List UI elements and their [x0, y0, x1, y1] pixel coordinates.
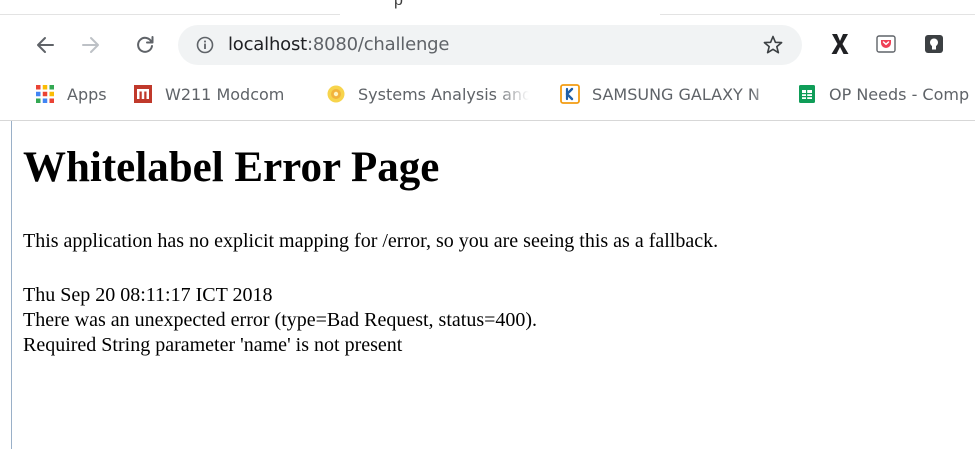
reload-button[interactable]	[131, 31, 159, 59]
error-intro-text: This application has no explicit mapping…	[23, 230, 719, 252]
tab-edge-left	[0, 0, 340, 15]
lightbulb-icon	[925, 35, 943, 53]
x-extension-icon[interactable]	[828, 32, 852, 56]
bookmark-star-icon[interactable]	[762, 34, 784, 56]
bookmark-label: W211 Modcom	[165, 84, 285, 104]
tab-strip: p	[0, 0, 975, 20]
apps-grid-icon	[36, 85, 54, 103]
reload-icon	[137, 36, 154, 53]
error-detail-text: Required String parameter 'name' is not …	[23, 334, 403, 356]
back-button[interactable]	[31, 31, 59, 59]
systems-analysis-icon	[327, 85, 345, 103]
bookmark-op-needs[interactable]: OP Needs - Comp	[797, 83, 969, 105]
page-content: Whitelabel Error Page This application h…	[0, 121, 975, 449]
url-path: :8080/challenge	[307, 34, 450, 55]
error-type-text: There was an unexpected error (type=Bad …	[23, 309, 538, 331]
back-arrow-icon	[37, 37, 54, 53]
modcom-logo-icon	[134, 85, 152, 103]
bookmark-apps[interactable]: Apps	[35, 83, 107, 105]
lightbulb-extension-icon[interactable]	[922, 32, 946, 56]
page-left-border	[11, 121, 12, 449]
bookmarks-bar: Apps W211 Modcom Systems Analysis and SA…	[0, 70, 975, 121]
bookmark-label: OP Needs - Comp	[829, 84, 970, 104]
forward-arrow-icon	[82, 37, 99, 53]
forward-button[interactable]	[77, 31, 105, 59]
bookmark-samsung-galaxy[interactable]: SAMSUNG GALAXY N	[560, 83, 778, 105]
bookmark-w211-modcom[interactable]: W211 Modcom	[133, 83, 284, 105]
pocket-extension-icon[interactable]	[874, 32, 898, 56]
site-info-icon[interactable]	[196, 36, 214, 54]
page-title: Whitelabel Error Page	[23, 144, 440, 191]
bookmark-label: Systems Analysis and	[358, 84, 529, 104]
google-sheets-icon	[799, 85, 815, 103]
url-host: localhost	[228, 34, 307, 55]
bookmark-label: Apps	[67, 84, 107, 104]
tab-edge-right	[660, 0, 975, 15]
url-text[interactable]: localhost:8080/challenge	[228, 34, 449, 56]
pocket-icon	[876, 35, 896, 53]
address-bar[interactable]: localhost:8080/challenge	[178, 25, 802, 65]
extension-partial-icon[interactable]	[968, 32, 975, 56]
error-timestamp: Thu Sep 20 08:11:17 ICT 2018	[23, 284, 273, 306]
bookmark-systems-analysis[interactable]: Systems Analysis and	[326, 83, 529, 105]
x-logo-icon	[831, 34, 849, 54]
samsung-bookmark-icon	[560, 84, 580, 104]
bookmark-label: SAMSUNG GALAXY N	[592, 84, 760, 104]
active-tab-title-fragment[interactable]: p	[394, 0, 403, 10]
browser-toolbar: localhost:8080/challenge	[0, 20, 975, 70]
